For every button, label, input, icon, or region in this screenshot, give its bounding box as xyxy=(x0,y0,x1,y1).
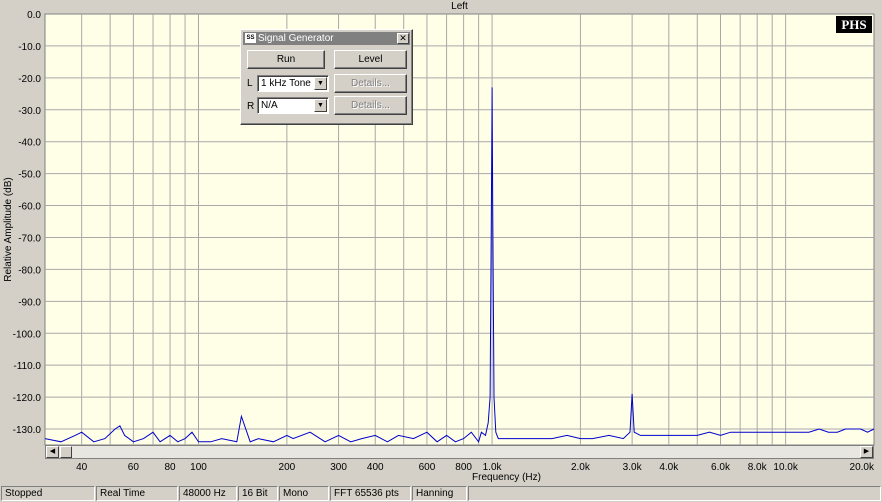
status-mode: Real Time xyxy=(96,486,178,501)
y-tick-label: -60.0 xyxy=(18,202,41,213)
x-tick-label: 600 xyxy=(419,462,436,473)
y-tick-label: -70.0 xyxy=(18,233,41,244)
scroll-right-icon[interactable]: ▶ xyxy=(860,446,873,458)
x-tick-label: 20.0k xyxy=(850,462,875,473)
app-icon: SS xyxy=(245,33,256,43)
y-axis-label: Relative Amplitude (dB) xyxy=(3,177,14,282)
x-tick-label: 80 xyxy=(164,462,176,473)
y-tick-label: -110.0 xyxy=(13,361,41,372)
x-tick-label: 300 xyxy=(330,462,347,473)
status-empty-cell xyxy=(468,486,881,501)
frequency-scrollbar[interactable]: ◀ ▶ xyxy=(45,445,874,459)
y-tick-label: -130.0 xyxy=(13,425,42,436)
y-tick-label: 0.0 xyxy=(27,10,41,21)
spectrum-plot-svg: 0.0 -10.0 -20.0 -30.0 -40.0 -50.0 -60.0 -70.0 -8… xyxy=(3,1,875,483)
x-tick-label: 3.0k xyxy=(623,462,643,473)
y-tick-label: -100.0 xyxy=(13,329,42,340)
status-bit-depth: 16 Bit xyxy=(238,486,278,501)
status-window: Hanning xyxy=(412,486,467,501)
status-fft-size: FFT 65536 pts xyxy=(330,486,411,501)
x-axis-label: Frequency (Hz) xyxy=(472,472,541,483)
scrollbar-thumb[interactable] xyxy=(60,446,72,458)
chart-title: Left xyxy=(451,1,468,12)
x-tick-label: 4.0k xyxy=(659,462,679,473)
left-signal-value: 1 kHz Tone xyxy=(261,78,311,89)
x-tick-label: 800 xyxy=(455,462,472,473)
status-sample-rate: 48000 Hz xyxy=(179,486,237,501)
y-tick-label: -10.0 xyxy=(18,42,41,53)
y-tick-label: -30.0 xyxy=(18,106,41,117)
left-channel-label: L xyxy=(247,78,253,89)
y-tick-label: -90.0 xyxy=(18,297,41,308)
status-channels: Mono xyxy=(279,486,329,501)
close-icon[interactable]: ✕ xyxy=(397,33,409,44)
phs-logo: PHS xyxy=(841,17,866,32)
level-button[interactable]: Level xyxy=(334,50,407,69)
plot-area xyxy=(44,13,875,446)
x-tick-label: 8.0k xyxy=(748,462,768,473)
y-tick-label: -120.0 xyxy=(13,393,42,404)
y-tick-label: -50.0 xyxy=(18,170,41,181)
x-tick-label: 6.0k xyxy=(711,462,731,473)
x-tick-label: 2.0k xyxy=(571,462,591,473)
right-signal-select[interactable]: N/A ▼ xyxy=(257,97,329,114)
x-tick-label: 10.0k xyxy=(773,462,798,473)
x-tick-label: 60 xyxy=(128,462,140,473)
signal-generator-window[interactable]: SS Signal Generator ✕ Run Level L 1 kHz … xyxy=(240,29,413,125)
chevron-down-icon[interactable]: ▼ xyxy=(314,77,327,90)
spectrum-chart: 0.0 -10.0 -20.0 -30.0 -40.0 -50.0 -60.0 -70.0 -8… xyxy=(0,0,882,484)
x-tick-label: 100 xyxy=(190,462,207,473)
chevron-down-icon[interactable]: ▼ xyxy=(314,99,327,112)
signal-generator-title: Signal Generator xyxy=(258,33,334,44)
y-tick-label: -80.0 xyxy=(18,265,41,276)
x-tick-label: 40 xyxy=(76,462,88,473)
run-button[interactable]: Run xyxy=(247,50,325,69)
right-channel-label: R xyxy=(247,101,255,112)
y-tick-label: -20.0 xyxy=(18,74,41,85)
status-state: Stopped xyxy=(1,486,95,501)
status-bar: Stopped Real Time 48000 Hz 16 Bit Mono F… xyxy=(0,485,882,502)
y-tick-label: -40.0 xyxy=(18,138,41,149)
signal-generator-titlebar[interactable]: SS Signal Generator ✕ xyxy=(243,32,410,45)
right-signal-value: N/A xyxy=(261,100,278,111)
scroll-left-icon[interactable]: ◀ xyxy=(46,446,59,458)
x-tick-label: 200 xyxy=(279,462,296,473)
x-tick-label: 400 xyxy=(367,462,384,473)
left-signal-select[interactable]: 1 kHz Tone ▼ xyxy=(257,75,329,92)
right-details-button[interactable]: Details... xyxy=(334,96,407,115)
left-details-button[interactable]: Details... xyxy=(334,74,407,93)
